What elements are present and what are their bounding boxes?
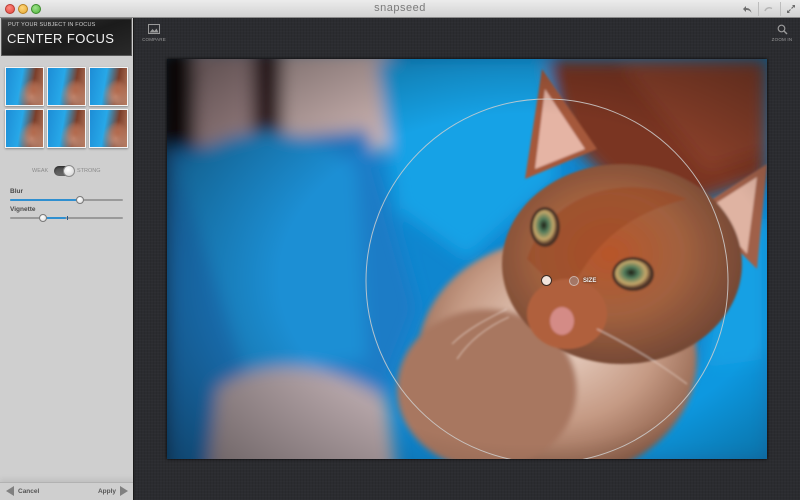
cancel-button[interactable]: Cancel — [6, 486, 39, 496]
vignette-slider[interactable] — [10, 214, 123, 222]
cancel-label: Cancel — [18, 487, 40, 495]
toggle-strong-label: STRONG — [77, 168, 101, 174]
preset-thumbnail[interactable] — [5, 67, 44, 106]
toggle-knob[interactable] — [63, 165, 75, 177]
vignette-reference-mark — [66, 216, 68, 220]
zoom-in-label: ZOOM IN — [771, 37, 793, 42]
preset-grid — [5, 67, 129, 148]
compare-button[interactable]: COMPARE — [141, 24, 167, 42]
blur-slider[interactable] — [10, 196, 123, 204]
title-bar: snapseed — [0, 0, 800, 18]
strength-toggle[interactable] — [54, 165, 75, 177]
tool-header: PUT YOUR SUBJECT IN FOCUS CENTER FOCUS — [1, 18, 132, 56]
tool-subtitle: PUT YOUR SUBJECT IN FOCUS — [8, 22, 96, 28]
image-icon — [148, 24, 160, 34]
undo-icon — [743, 5, 752, 13]
arrow-left-icon — [6, 486, 14, 496]
fullscreen-icon — [787, 5, 795, 13]
tool-sidebar: PUT YOUR SUBJECT IN FOCUS CENTER FOCUS W… — [0, 18, 134, 500]
blur-slider-knob[interactable] — [76, 196, 85, 204]
redo-button[interactable] — [759, 2, 779, 16]
blur-slider-fill — [10, 199, 81, 201]
focus-center-handle[interactable] — [541, 275, 552, 286]
size-label: SIZE — [583, 278, 597, 284]
vignette-label: Vignette — [10, 206, 36, 213]
preset-thumbnail[interactable] — [89, 67, 128, 106]
apply-button[interactable]: Apply — [98, 486, 128, 496]
vignette-slider-knob[interactable] — [38, 214, 47, 222]
preset-thumbnail[interactable] — [47, 67, 86, 106]
focus-size-handle[interactable] — [569, 276, 579, 286]
zoom-in-button[interactable]: ZOOM IN — [770, 24, 794, 42]
fullscreen-button[interactable] — [781, 2, 800, 16]
sidebar-footer: Cancel Apply — [0, 482, 134, 500]
blur-label: Blur — [10, 188, 23, 195]
app-title: snapseed — [374, 2, 426, 14]
undo-button[interactable] — [737, 2, 757, 16]
redo-icon — [764, 6, 773, 11]
arrow-right-icon — [120, 486, 128, 496]
magnifier-icon — [777, 24, 787, 35]
tool-title: CENTER FOCUS — [7, 31, 115, 46]
focus-ellipse[interactable] — [167, 59, 767, 459]
edited-photo[interactable]: SIZE — [167, 59, 767, 459]
apply-label: Apply — [97, 487, 116, 495]
strength-toggle-row: WEAK STRONG — [0, 165, 134, 179]
snapseed-window: snapseed PUT YOUR SUBJECT IN FOCUS CENTE… — [0, 0, 800, 500]
preset-thumbnail[interactable] — [47, 109, 86, 148]
preset-thumbnail[interactable] — [89, 109, 128, 148]
toggle-weak-label: WEAK — [32, 168, 49, 174]
compare-label: COMPARE — [142, 37, 166, 42]
image-canvas: COMPARE ZOOM IN SIZE — [135, 18, 800, 500]
preset-thumbnail[interactable] — [5, 109, 44, 148]
